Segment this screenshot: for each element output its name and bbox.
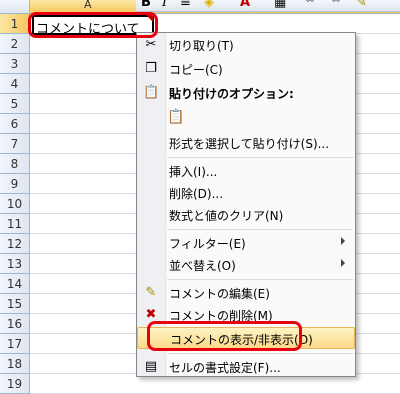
paste-icon: 📋 bbox=[167, 109, 185, 125]
menu-separator bbox=[167, 279, 353, 280]
menu-separator bbox=[167, 157, 353, 158]
menu-item-delete[interactable]: 削除(D)... bbox=[137, 183, 355, 203]
menu-header-paste-options: 📋 貼り付けのオプション: bbox=[137, 83, 355, 103]
row-header[interactable]: 14 bbox=[0, 274, 30, 294]
menu-item-edit-comment[interactable]: ✎ コメントの編集(E) bbox=[137, 283, 355, 303]
row-header[interactable]: 1 bbox=[0, 14, 30, 34]
row-header[interactable]: 12 bbox=[0, 234, 30, 254]
row-header[interactable]: 15 bbox=[0, 294, 30, 314]
clipboard-icon: 📋 bbox=[143, 85, 160, 100]
format-cells-icon: ▤ bbox=[144, 359, 158, 374]
menu-item-edit-comment-label: コメントの編集(E) bbox=[169, 287, 270, 301]
menu-item-insert[interactable]: 挿入(I)... bbox=[137, 161, 355, 181]
column-header-a[interactable]: A bbox=[84, 0, 92, 11]
submenu-arrow-icon bbox=[341, 237, 345, 245]
menu-item-format-cells-label: セルの書式設定(F)... bbox=[169, 361, 281, 375]
copy-icon: ❐ bbox=[145, 61, 157, 76]
row-header[interactable]: 16 bbox=[0, 314, 30, 334]
font-color-button[interactable]: A bbox=[240, 0, 250, 10]
row-header[interactable]: 18 bbox=[0, 354, 30, 374]
annotation-outline-menu-item bbox=[147, 321, 302, 351]
row-header[interactable]: 7 bbox=[0, 134, 30, 154]
row-header[interactable]: 3 bbox=[0, 54, 30, 74]
row-header[interactable]: 9 bbox=[0, 174, 30, 194]
row-header[interactable]: 13 bbox=[0, 254, 30, 274]
menu-separator bbox=[167, 353, 353, 354]
scissors-icon: ✂ bbox=[145, 37, 157, 52]
align-center-icon[interactable]: ≡ bbox=[180, 0, 191, 10]
row-header[interactable]: 4 bbox=[0, 74, 30, 94]
menu-item-clear-contents-label: 数式と値のクリア(N) bbox=[169, 209, 284, 223]
row-header[interactable]: 11 bbox=[0, 214, 30, 234]
menu-item-delete-label: 削除(D)... bbox=[169, 187, 224, 201]
format-painter-icon[interactable]: ✎ bbox=[356, 0, 367, 10]
row-header[interactable]: 6 bbox=[0, 114, 30, 134]
row-header[interactable]: 10 bbox=[0, 194, 30, 214]
menu-item-clear-contents[interactable]: 数式と値のクリア(N) bbox=[137, 205, 355, 225]
menu-item-sort-label: 並べ替え(O) bbox=[169, 259, 236, 273]
menu-item-filter[interactable]: フィルター(E) bbox=[137, 233, 355, 253]
italic-button[interactable]: I bbox=[162, 0, 167, 10]
row-header[interactable]: 2 bbox=[0, 34, 30, 54]
bold-button[interactable]: B bbox=[141, 0, 151, 10]
menu-item-format-cells[interactable]: ▤ セルの書式設定(F)... bbox=[137, 357, 355, 377]
decimal-decrease-icon[interactable]: ⁰⁰ bbox=[332, 0, 340, 10]
row-header[interactable]: 8 bbox=[0, 154, 30, 174]
menu-item-cut-label: 切り取り(T) bbox=[169, 39, 234, 53]
mini-toolbar: B I ≡ ◈ A ▦ ⁰⁰ ⁰⁰ ✎ bbox=[136, 0, 400, 12]
paste-options-label: 貼り付けのオプション: bbox=[169, 87, 294, 101]
menu-separator bbox=[167, 229, 353, 230]
menu-item-copy[interactable]: ❐ コピー(C) bbox=[137, 59, 355, 79]
annotation-outline-cell bbox=[28, 12, 158, 38]
menu-item-sort[interactable]: 並べ替え(O) bbox=[137, 255, 355, 275]
menu-item-paste-special-label: 形式を選択して貼り付け(S)... bbox=[169, 137, 330, 151]
row-header[interactable]: 19 bbox=[0, 374, 30, 394]
menu-item-filter-label: フィルター(E) bbox=[169, 237, 246, 251]
menu-item-cut[interactable]: ✂ 切り取り(T) bbox=[137, 35, 355, 55]
row-header[interactable]: 5 bbox=[0, 94, 30, 114]
decimal-icon[interactable]: ⁰⁰ bbox=[306, 0, 314, 10]
fill-color-icon[interactable]: ◈ bbox=[204, 0, 214, 10]
menu-item-insert-label: 挿入(I)... bbox=[169, 165, 218, 179]
row-header[interactable]: 17 bbox=[0, 334, 30, 354]
borders-icon[interactable]: ▦ bbox=[274, 0, 286, 10]
select-all-corner[interactable] bbox=[0, 0, 30, 14]
paste-option-button[interactable]: 📋 bbox=[137, 105, 355, 131]
menu-item-copy-label: コピー(C) bbox=[169, 63, 223, 77]
submenu-arrow-icon bbox=[341, 259, 345, 267]
edit-comment-icon: ✎ bbox=[145, 285, 157, 300]
menu-item-paste-special[interactable]: 形式を選択して貼り付け(S)... bbox=[137, 133, 355, 153]
